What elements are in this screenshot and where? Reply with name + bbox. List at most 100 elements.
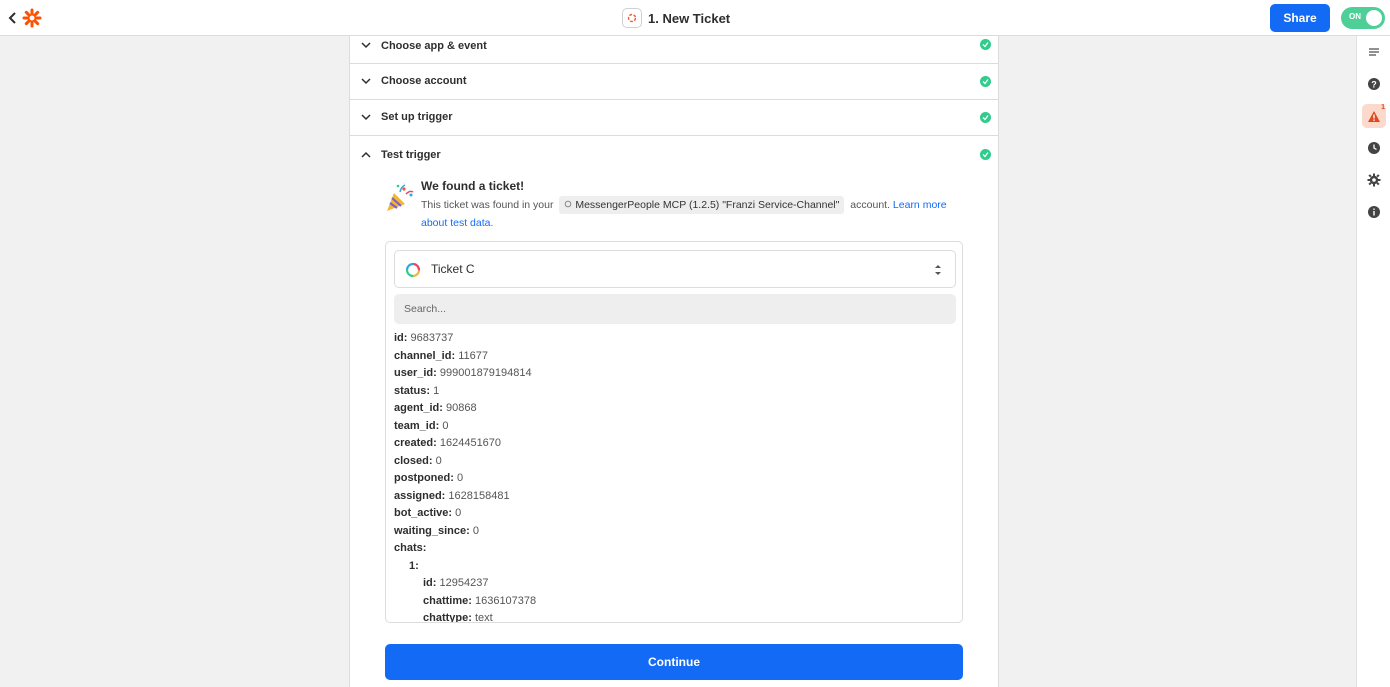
field-row: closed: 0 [394, 453, 954, 471]
svg-text:?: ? [1371, 80, 1377, 90]
field-row: chats: [394, 540, 954, 558]
field-value: 1636107378 [474, 594, 537, 607]
field-key: created: [394, 437, 437, 449]
field-value: 0 [456, 472, 464, 484]
account-name: MessengerPeople MCP (1.2.5) "Franzi Serv… [575, 199, 840, 211]
check-icon [980, 39, 991, 50]
step-label: Test trigger [381, 148, 441, 161]
field-key: status: [394, 384, 431, 397]
toggle-knob [1366, 10, 1382, 26]
step-choose-app[interactable]: Choose app & event [350, 26, 998, 64]
field-value: 0 [455, 507, 462, 519]
right-rail: ? 1 [1356, 36, 1390, 687]
field-key: channel_id: [394, 349, 456, 362]
field-value: 11677 [458, 349, 488, 362]
field-key: chattype: [423, 612, 472, 623]
party-popper-icon [384, 182, 416, 214]
step-label: Set up trigger [381, 111, 453, 123]
info-icon[interactable] [1362, 200, 1386, 224]
share-button[interactable]: Share [1270, 4, 1330, 32]
field-row: postponed: 0 [394, 470, 954, 488]
field-value: 0 [435, 454, 442, 467]
field-key: 1: [409, 559, 419, 572]
field-key: waiting_since: [394, 524, 470, 537]
field-key: closed: [394, 454, 433, 467]
field-row: id: 9683737 [394, 330, 954, 348]
selected-record-label: Ticket C [431, 262, 475, 276]
step-label: Choose app & event [381, 40, 487, 52]
chevron-down-icon [361, 41, 371, 48]
field-row: waiting_since: 0 [394, 523, 954, 541]
field-row: chattime: 1636107378 [394, 593, 954, 611]
field-row: 1: [394, 558, 954, 576]
field-value: 1 [433, 384, 440, 397]
toggle-label: ON [1349, 12, 1361, 21]
alert-icon[interactable]: 1 [1362, 104, 1386, 128]
check-icon [980, 111, 991, 123]
field-value: 999001879194814 [439, 367, 532, 379]
zapier-logo-icon[interactable] [22, 8, 42, 28]
account-chip: MessengerPeople MCP (1.2.5) "Franzi Serv… [559, 196, 845, 214]
field-key: id: [394, 332, 408, 344]
desc-prefix: This ticket was found in your [421, 199, 554, 211]
continue-button[interactable]: Continue [385, 644, 963, 680]
field-row: status: 1 [394, 383, 954, 401]
field-row: assigned: 1628158481 [394, 488, 954, 506]
field-key: user_id: [394, 367, 437, 379]
check-icon [980, 75, 991, 87]
desc-suffix: account. [850, 199, 890, 211]
field-value: 0 [472, 524, 479, 537]
chevron-up-icon [361, 151, 371, 158]
field-key: id: [423, 577, 437, 589]
outline-icon[interactable] [1362, 40, 1386, 64]
field-row: chattype: text [394, 610, 954, 623]
app-ring-icon [565, 200, 572, 208]
result-description: This ticket was found in your MessengerP… [421, 196, 951, 232]
history-icon[interactable] [1362, 136, 1386, 160]
field-row: agent_id: 90868 [394, 400, 954, 418]
zap-title[interactable]: 1. New Ticket [622, 8, 730, 28]
settings-icon[interactable] [1362, 168, 1386, 192]
result-title: We found a ticket! [421, 179, 525, 193]
field-value: 0 [442, 419, 449, 432]
search-input[interactable] [394, 294, 956, 324]
field-value: 1624451670 [439, 437, 502, 449]
field-key: team_id: [394, 419, 440, 432]
page-title: 1. New Ticket [648, 10, 731, 26]
chevron-down-icon [361, 78, 371, 85]
field-key: postponed: [394, 472, 454, 484]
field-key: agent_id: [394, 402, 443, 414]
field-key: assigned: [394, 489, 446, 502]
test-data-card: Ticket C id: 9683737 channel_id: 11677 u… [385, 241, 963, 623]
field-row: channel_id: 11677 [394, 348, 954, 366]
field-row: team_id: 0 [394, 418, 954, 436]
app-ring-icon [405, 262, 421, 278]
field-value: 9683737 [410, 332, 454, 344]
step-choose-account[interactable]: Choose account [350, 63, 998, 100]
step-test-trigger[interactable]: Test trigger [350, 136, 998, 173]
field-row: created: 1624451670 [394, 435, 954, 453]
field-key: bot_active: [394, 507, 453, 519]
step-set-up-trigger[interactable]: Set up trigger [350, 99, 998, 136]
select-arrows-icon [935, 265, 941, 275]
step-label: Choose account [381, 75, 467, 87]
field-value: 1628158481 [448, 489, 510, 502]
field-key: chattime: [423, 594, 472, 607]
zap-on-toggle[interactable]: ON [1341, 7, 1385, 29]
field-row: id: 12954237 [394, 575, 954, 593]
app-ring-icon [622, 8, 642, 28]
check-icon [980, 149, 991, 160]
field-value: 90868 [445, 402, 477, 414]
field-value: 12954237 [439, 577, 489, 589]
back-icon[interactable] [8, 9, 22, 27]
field-value: text [474, 612, 493, 623]
record-select[interactable]: Ticket C [394, 250, 956, 288]
help-icon[interactable]: ? [1362, 72, 1386, 96]
field-row: bot_active: 0 [394, 505, 954, 523]
field-key: chats: [394, 542, 427, 554]
search-field[interactable] [394, 294, 956, 324]
field-list: id: 9683737 channel_id: 11677 user_id: 9… [394, 330, 954, 623]
field-row: user_id: 999001879194814 [394, 365, 954, 383]
alert-count-badge: 1 [1381, 104, 1385, 111]
chevron-down-icon [361, 114, 371, 121]
